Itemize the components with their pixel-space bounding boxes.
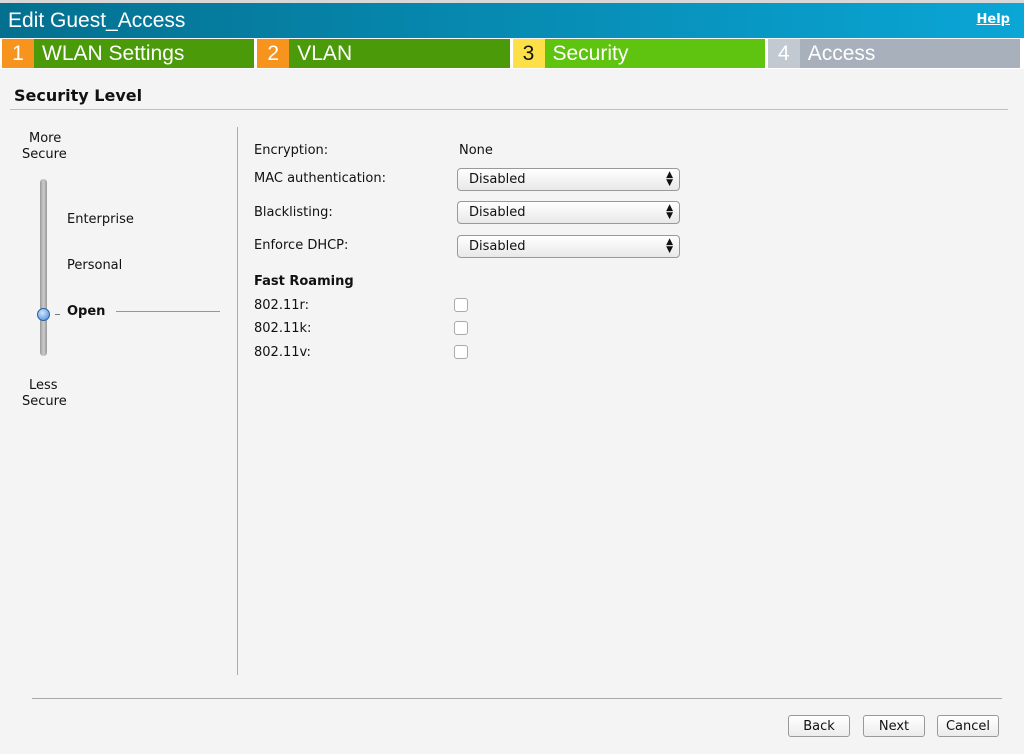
- step-tab-3[interactable]: 3 Security: [512, 39, 765, 68]
- footer-divider: [32, 698, 1002, 699]
- level-enterprise[interactable]: Enterprise: [67, 212, 134, 227]
- mac-auth-label: MAC authentication:: [254, 171, 386, 186]
- blacklisting-select[interactable]: Disabled ▲ ▼: [457, 201, 680, 224]
- step-number: 2: [257, 39, 290, 68]
- 80211r-checkbox[interactable]: [454, 298, 468, 312]
- selected-indicator-line: [116, 311, 220, 312]
- 80211r-label: 802.11r:: [254, 298, 309, 313]
- security-slider-handle[interactable]: [37, 308, 50, 321]
- more-label: More: [29, 131, 62, 146]
- 80211k-checkbox[interactable]: [454, 321, 468, 335]
- updown-arrow-icon: ▲ ▼: [666, 203, 673, 221]
- title-bar: Edit Guest_Access Help: [0, 0, 1024, 38]
- 80211v-checkbox[interactable]: [454, 345, 468, 359]
- secure-label: Secure: [22, 394, 67, 409]
- level-open[interactable]: Open: [67, 304, 105, 319]
- 80211v-label: 802.11v:: [254, 345, 311, 360]
- level-personal[interactable]: Personal: [67, 258, 122, 273]
- wizard-steps: 1 WLAN Settings 2 VLAN 3 Security 4 Access: [0, 39, 1024, 69]
- enforce-dhcp-label: Enforce DHCP:: [254, 238, 349, 253]
- divider: [237, 127, 238, 675]
- updown-arrow-icon: ▲ ▼: [666, 237, 673, 255]
- encryption-value: None: [459, 143, 493, 158]
- mac-auth-value: Disabled: [469, 172, 526, 187]
- step-label: WLAN Settings: [42, 41, 185, 65]
- step-number: 3: [512, 39, 545, 68]
- cancel-button[interactable]: Cancel: [937, 715, 999, 737]
- blacklisting-label: Blacklisting:: [254, 205, 333, 220]
- section-title: Security Level: [14, 86, 143, 105]
- 80211k-label: 802.11k:: [254, 321, 312, 336]
- step-tab-2[interactable]: 2 VLAN: [257, 39, 510, 68]
- step-number: 1: [2, 39, 34, 68]
- fast-roaming-heading: Fast Roaming: [254, 274, 354, 289]
- step-tab-1[interactable]: 1 WLAN Settings: [2, 39, 255, 68]
- step-number: 4: [767, 39, 800, 68]
- secure-label: Secure: [22, 147, 67, 162]
- mac-auth-select[interactable]: Disabled ▲ ▼: [457, 168, 680, 191]
- slider-tick: [55, 314, 60, 315]
- step-label: Access: [807, 41, 876, 65]
- divider: [10, 109, 1008, 110]
- dialog-title: Edit Guest_Access: [8, 9, 186, 32]
- enforce-dhcp-select[interactable]: Disabled ▲ ▼: [457, 235, 680, 258]
- next-button[interactable]: Next: [863, 715, 925, 737]
- step-label: VLAN: [297, 41, 353, 65]
- step-label: Security: [552, 41, 629, 65]
- help-link[interactable]: Help: [977, 12, 1010, 27]
- encryption-label: Encryption:: [254, 143, 329, 158]
- updown-arrow-icon: ▲ ▼: [666, 170, 673, 188]
- security-slider-track[interactable]: [40, 179, 47, 356]
- blacklisting-value: Disabled: [469, 205, 526, 220]
- back-button[interactable]: Back: [788, 715, 850, 737]
- enforce-dhcp-value: Disabled: [469, 239, 526, 254]
- less-label: Less: [29, 378, 58, 393]
- step-tab-4[interactable]: 4 Access: [767, 39, 1020, 68]
